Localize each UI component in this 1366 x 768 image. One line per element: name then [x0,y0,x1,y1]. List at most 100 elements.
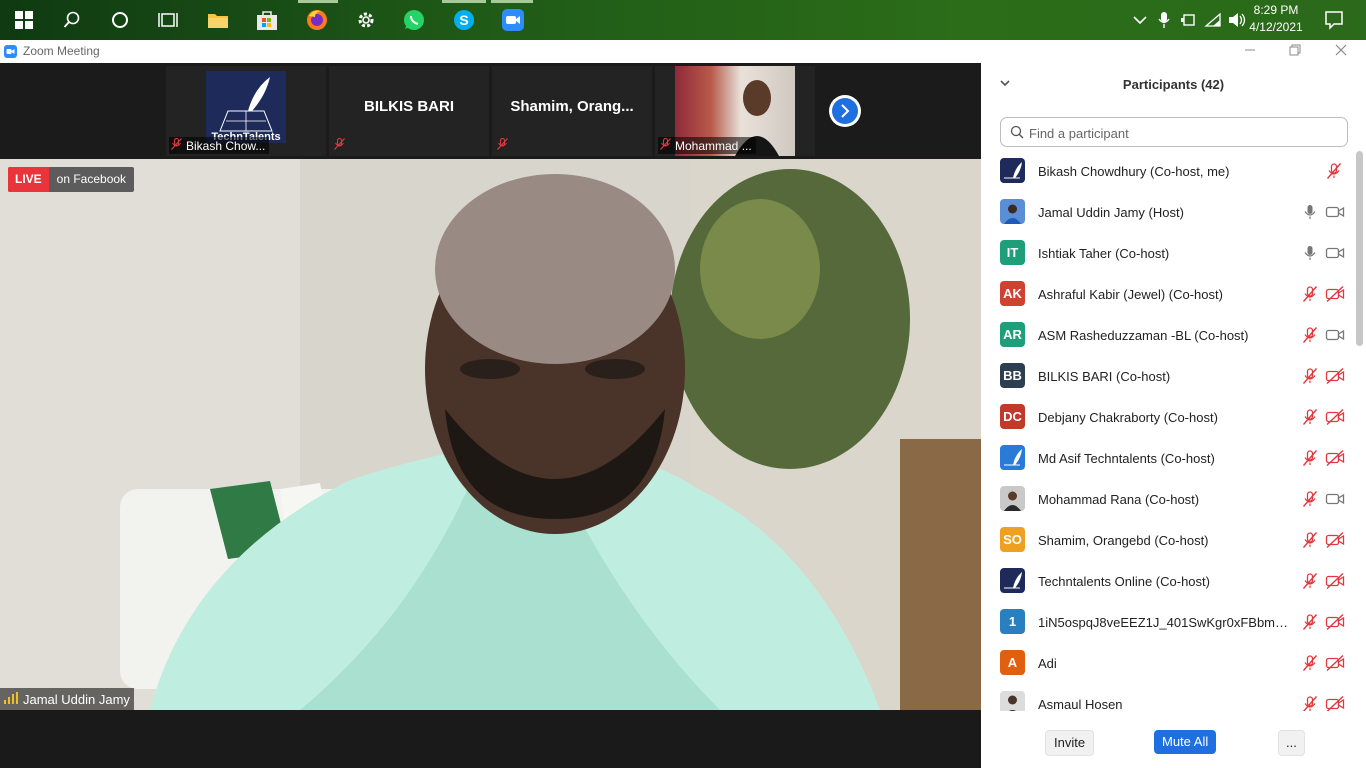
chevron-up-icon[interactable] [1132,12,1148,33]
video-camera-icon[interactable] [1325,326,1345,344]
speaker-volume-icon[interactable] [1228,12,1246,33]
cortana-icon[interactable] [104,4,136,36]
battery-icon[interactable] [1180,12,1198,33]
video-off-icon[interactable] [1325,408,1345,426]
live-stream-badge[interactable]: LIVE on Facebook [8,167,135,192]
video-off-icon[interactable] [1325,613,1345,631]
thumbnail-caption [495,137,512,154]
muted-mic-icon[interactable] [1301,367,1319,385]
microsoft-store-icon[interactable] [251,4,283,36]
participants-scrollbar[interactable] [1356,151,1363,711]
participant-name: Techntalents Online (Co-host) [1038,574,1210,589]
notification-center-icon[interactable] [1318,4,1350,36]
muted-mic-icon[interactable] [1301,695,1319,711]
active-speaker-video: LIVE on Facebook Jamal Uddin Jamy [0,159,981,710]
taskbar-clock[interactable]: 8:29 PM 4/12/2021 [1246,2,1306,36]
participant-row[interactable]: Bikash Chowdhury (Co-host, me) [981,151,1351,192]
search-icon[interactable] [56,4,88,36]
participant-row[interactable]: Mohammad Rana (Co-host) [981,479,1351,520]
video-off-icon[interactable] [1325,367,1345,385]
video-camera-icon[interactable] [1325,490,1345,508]
muted-mic-icon[interactable] [1301,408,1319,426]
video-camera-icon[interactable] [1325,203,1345,221]
muted-mic-icon[interactable] [1301,326,1319,344]
search-input[interactable] [1027,118,1341,148]
thumbnail-name: Bikash Chow... [186,138,266,153]
muted-mic-icon[interactable] [1301,490,1319,508]
participant-name: Adi [1038,656,1057,671]
participant-avatar [1000,445,1025,470]
close-button[interactable] [1331,42,1351,62]
participant-name: Bikash Chowdhury (Co-host, me) [1038,164,1230,179]
whatsapp-icon[interactable] [398,4,430,36]
mute-all-button[interactable]: Mute All [1154,730,1217,754]
participant-row[interactable]: Md Asif Techntalents (Co-host) [981,438,1351,479]
video-camera-icon[interactable] [1325,244,1345,262]
video-off-icon[interactable] [1325,285,1345,303]
video-off-icon[interactable] [1325,572,1345,590]
windows-start-icon[interactable] [8,4,40,36]
skype-icon[interactable]: S [448,4,480,36]
participant-avatar [1000,568,1025,593]
video-thumbnail-strip: TechnTalents Bikash Chow... BILKIS BARI … [0,63,981,159]
participant-avatar: 1 [1000,609,1025,634]
video-thumbnail[interactable]: BILKIS BARI [329,66,489,156]
microphone-icon[interactable] [1157,11,1171,34]
task-view-icon[interactable] [152,4,184,36]
window-title-bar: Zoom Meeting [0,40,1366,63]
muted-mic-icon[interactable] [1301,531,1319,549]
participant-row[interactable]: DC Debjany Chakraborty (Co-host) [981,397,1351,438]
video-off-icon[interactable] [1325,695,1345,711]
participant-row[interactable]: Jamal Uddin Jamy (Host) [981,192,1351,233]
video-thumbnail[interactable]: Mohammad ... [655,66,815,156]
muted-mic-icon[interactable] [1301,654,1319,672]
video-thumbnail[interactable]: Shamim, Orang... [492,66,652,156]
participant-name: BILKIS BARI (Co-host) [1038,369,1171,384]
participant-row[interactable]: AK Ashraful Kabir (Jewel) (Co-host) [981,274,1351,315]
participants-header: Participants (42) [981,63,1366,107]
more-options-button[interactable]: ... [1278,730,1305,756]
participant-name: Mohammad Rana (Co-host) [1038,492,1200,507]
participant-avatar [1000,486,1025,511]
muted-mic-icon[interactable] [1301,572,1319,590]
video-off-icon[interactable] [1325,449,1345,467]
muted-mic-icon[interactable] [1301,449,1319,467]
participant-row[interactable]: IT Ishtiak Taher (Co-host) [981,233,1351,274]
participant-name: Shamim, Orangebd (Co-host) [1038,533,1209,548]
microphone-icon[interactable] [1301,203,1319,221]
settings-gear-icon[interactable] [350,4,382,36]
next-page-button[interactable] [829,95,861,127]
muted-mic-icon[interactable] [1301,613,1319,631]
restore-button[interactable] [1285,42,1305,62]
participant-row[interactable]: 1 1iN5ospqJ8veEEZ1J_401SwKgr0xFBbmRybOAtE… [981,602,1351,643]
participant-name: 1iN5ospqJ8veEEZ1J_401SwKgr0xFBbmRybOAtE.… [1038,615,1296,630]
thumbnail-display-name: BILKIS BARI [364,98,454,115]
muted-mic-icon[interactable] [1325,162,1343,180]
minimize-button[interactable] [1240,42,1260,62]
participant-row[interactable]: AR ASM Rasheduzzaman -BL (Co-host) [981,315,1351,356]
participant-avatar [1000,158,1025,183]
participant-search[interactable] [1000,117,1348,148]
scrollbar-thumb[interactable] [1356,151,1363,346]
participant-row[interactable]: Techntalents Online (Co-host) [981,561,1351,602]
muted-mic-icon [171,137,182,153]
zoom-app-icon[interactable] [497,4,529,36]
muted-mic-icon[interactable] [1301,285,1319,303]
firefox-icon[interactable] [301,4,333,36]
participant-avatar: AK [1000,281,1025,306]
wifi-icon[interactable] [1204,12,1222,33]
participant-row[interactable]: BB BILKIS BARI (Co-host) [981,356,1351,397]
microphone-icon[interactable] [1301,244,1319,262]
active-app-indicator [298,0,338,3]
participant-row[interactable]: A Adi [981,643,1351,684]
participant-avatar: BB [1000,363,1025,388]
participant-row[interactable]: Asmaul Hosen [981,684,1351,711]
participant-row[interactable]: SO Shamim, Orangebd (Co-host) [981,520,1351,561]
video-off-icon[interactable] [1325,531,1345,549]
live-label: LIVE [8,167,49,192]
invite-button[interactable]: Invite [1045,730,1095,756]
file-explorer-icon[interactable] [202,4,234,36]
video-thumbnail[interactable]: TechnTalents Bikash Chow... [166,66,326,156]
video-off-icon[interactable] [1325,654,1345,672]
participant-avatar: A [1000,650,1025,675]
